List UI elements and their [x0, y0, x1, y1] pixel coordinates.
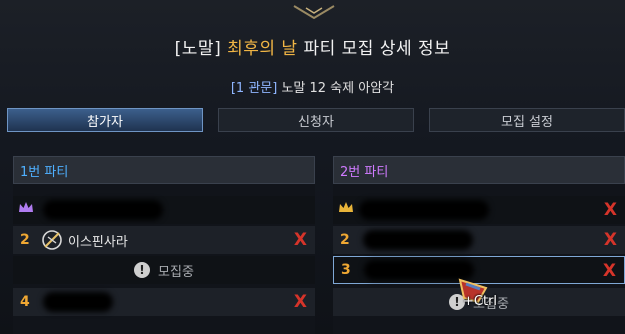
ornament-icon	[293, 5, 335, 20]
slot-number: 4	[20, 294, 30, 310]
raid-gate-tag: [1 관문]	[230, 81, 278, 96]
recruiting-status: ! 모집중	[13, 261, 315, 280]
info-icon: !	[134, 262, 151, 278]
party-2-header: 2번 파티	[333, 156, 625, 184]
tab-recruit-settings[interactable]: 모집 설정	[429, 108, 625, 132]
slot-number: 3	[341, 262, 351, 278]
party-2-slot-1[interactable]: X	[333, 196, 625, 224]
window-title: [노말] 최후의 날 파티 모집 상세 정보	[0, 34, 625, 59]
tab-applicants[interactable]: 신청자	[218, 108, 414, 132]
kick-button[interactable]: X	[294, 292, 307, 312]
recruiting-label: 모집중	[158, 264, 194, 280]
party-1-panel: 1번 파티 2 이스핀사라 X ! 모집중 4 X	[13, 156, 315, 334]
party-1-slot-4[interactable]: 4 X	[13, 288, 315, 316]
title-suffix: 파티 모집 상세 정보	[297, 39, 451, 59]
redacted-player-name	[43, 200, 163, 220]
title-prefix: [노말]	[174, 39, 228, 59]
tab-participants[interactable]: 참가자	[7, 108, 203, 132]
party-2-slot-2[interactable]: 2 X	[333, 226, 625, 254]
party-detail-window: [노말] 최후의 날 파티 모집 상세 정보 [1 관문] 노말 12 숙제 아…	[0, 0, 625, 334]
slot-number: 2	[20, 232, 30, 248]
party-1-slot-3[interactable]: ! 모집중	[13, 256, 315, 284]
redacted-player-name	[43, 292, 113, 312]
kick-button[interactable]: X	[603, 261, 616, 281]
title-raid-name: 최후의 날	[227, 39, 298, 59]
kick-button[interactable]: X	[294, 230, 307, 250]
player-name: 이스핀사라	[68, 234, 128, 250]
ctrl-drag-hint: +Ctrl	[463, 294, 498, 309]
party-1-slot-1[interactable]	[13, 196, 315, 224]
redacted-player-name	[363, 230, 473, 250]
slot-number: 2	[340, 232, 350, 248]
raid-name: 노말 12 숙제 아암각	[277, 81, 395, 96]
redacted-player-name	[359, 200, 489, 220]
raid-info: [1 관문] 노말 12 숙제 아암각	[0, 77, 625, 96]
kick-button[interactable]: X	[604, 200, 617, 220]
class-icon	[42, 230, 62, 250]
redacted-player-name	[364, 260, 474, 280]
party-1-header: 1번 파티	[13, 156, 315, 184]
kick-button[interactable]: X	[604, 230, 617, 250]
leader-crown-icon	[339, 202, 353, 212]
party-1-slot-2[interactable]: 2 이스핀사라 X	[13, 226, 315, 254]
leader-crown-icon	[19, 202, 33, 212]
